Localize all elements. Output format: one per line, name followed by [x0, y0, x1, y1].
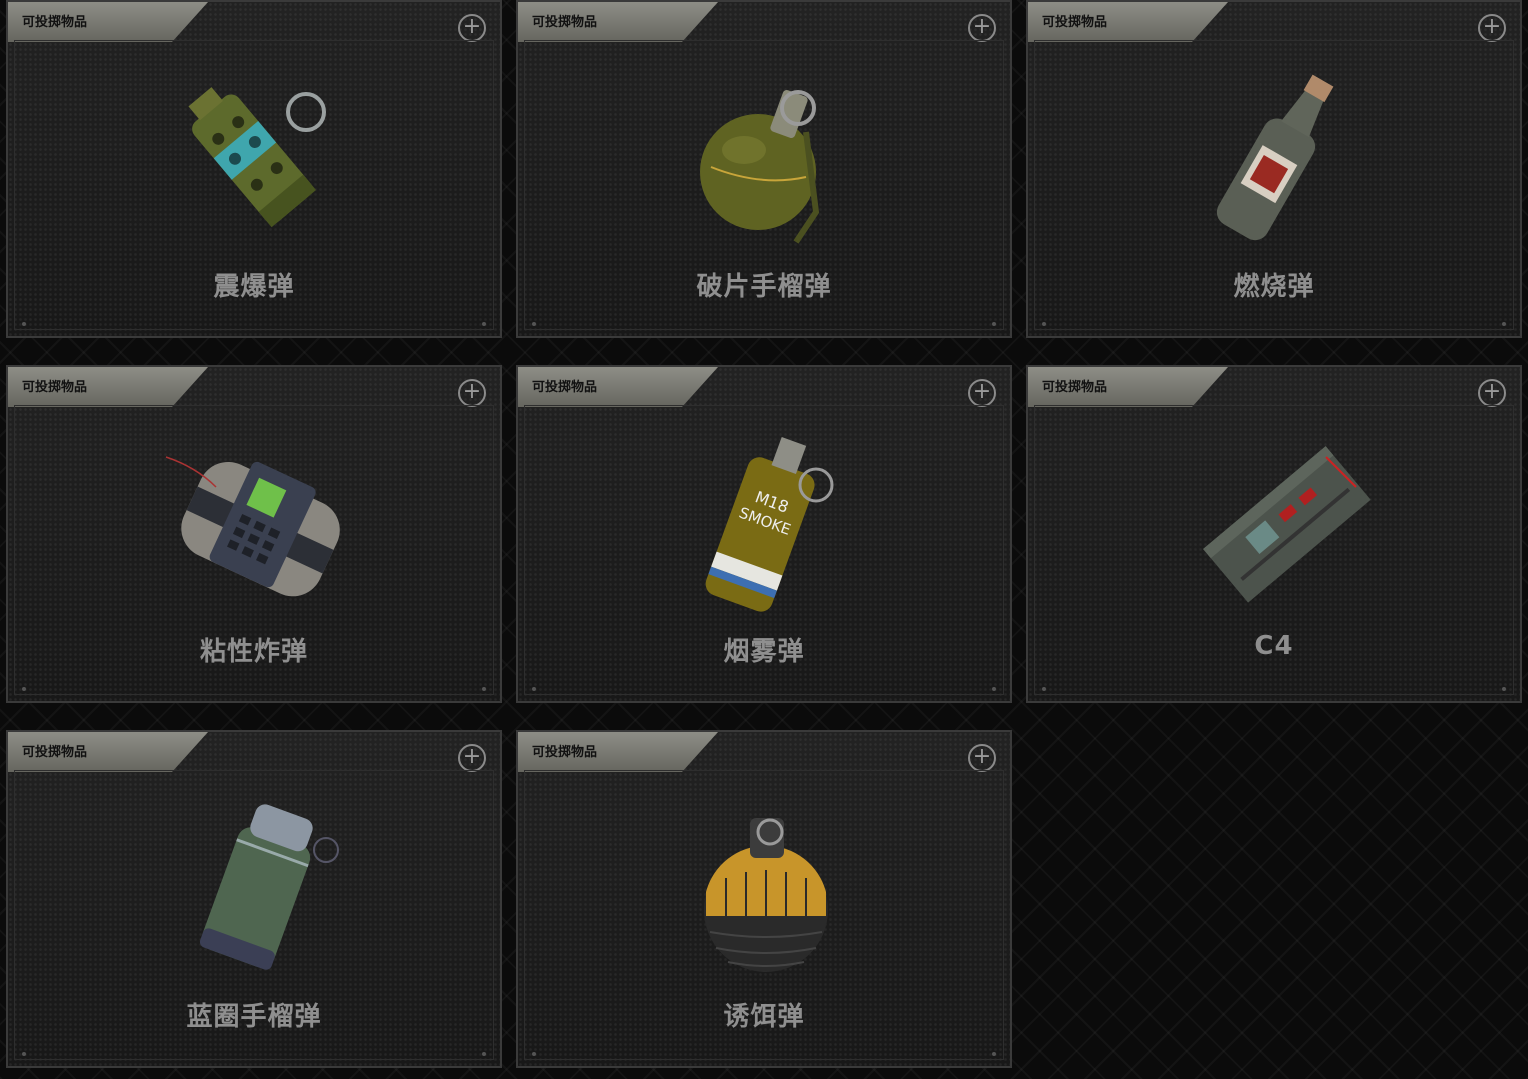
- item-name: 燃烧弹: [1233, 272, 1315, 302]
- item-name: 震爆弹: [213, 272, 295, 302]
- corner-rivet: [1502, 687, 1506, 691]
- corner-rivet: [482, 687, 486, 691]
- corner-rivet: [482, 322, 486, 326]
- sticky-bomb-icon: [165, 456, 340, 597]
- item-card-frag-grenade[interactable]: 可投掷物品 + 破片手榴弹: [516, 0, 1012, 338]
- molotov-icon: [1216, 74, 1334, 241]
- category-label: 可投掷物品: [1042, 380, 1108, 395]
- corner-rivet: [1502, 322, 1506, 326]
- corner-rivet: [992, 322, 996, 326]
- add-button[interactable]: +: [968, 14, 996, 42]
- decoy-grenade-icon: [704, 818, 828, 972]
- category-label: 可投掷物品: [532, 745, 598, 760]
- item-card-c4[interactable]: 可投掷物品 + C4: [1026, 365, 1522, 703]
- category-label: 可投掷物品: [1042, 15, 1108, 30]
- item-card-bluezone-grenade[interactable]: 可投掷物品 + 蓝圈手榴弹: [6, 730, 502, 1068]
- item-card-flashbang[interactable]: 可投掷物品 + 震爆弹: [6, 0, 502, 338]
- bluezone-grenade-icon: [199, 804, 339, 970]
- flashbang-icon: [188, 87, 326, 228]
- corner-rivet: [22, 687, 26, 691]
- item-card-molotov[interactable]: 可投掷物品 + 燃烧弹: [1026, 0, 1522, 338]
- category-label: 可投掷物品: [532, 380, 598, 395]
- add-button[interactable]: +: [968, 379, 996, 407]
- add-button[interactable]: +: [1478, 14, 1506, 42]
- category-label: 可投掷物品: [22, 15, 88, 30]
- corner-rivet: [1042, 322, 1046, 326]
- item-name: 粘性炸弹: [199, 637, 308, 667]
- add-button[interactable]: +: [1478, 379, 1506, 407]
- corner-rivet: [532, 322, 536, 326]
- item-name: C4: [1254, 631, 1294, 661]
- corner-rivet: [22, 322, 26, 326]
- frag-grenade-icon: [700, 90, 820, 244]
- corner-rivet: [992, 687, 996, 691]
- category-label: 可投掷物品: [22, 745, 88, 760]
- corner-rivet: [482, 1052, 486, 1056]
- add-button[interactable]: +: [458, 744, 486, 772]
- item-card-decoy-grenade[interactable]: 可投掷物品 + 诱饵弹: [516, 730, 1012, 1068]
- corner-rivet: [532, 1052, 536, 1056]
- add-button[interactable]: +: [968, 744, 996, 772]
- category-label: 可投掷物品: [22, 380, 88, 395]
- smoke-grenade-icon: M18 SMOKE: [705, 436, 834, 612]
- add-button[interactable]: +: [458, 379, 486, 407]
- corner-rivet: [532, 687, 536, 691]
- item-name: 蓝圈手榴弹: [186, 1002, 322, 1032]
- item-card-smoke-grenade[interactable]: 可投掷物品 + M18 SMOKE 烟雾弹: [516, 365, 1012, 703]
- item-name: 烟雾弹: [723, 637, 805, 667]
- corner-rivet: [1042, 687, 1046, 691]
- item-name: 破片手榴弹: [696, 272, 832, 302]
- item-card-sticky-bomb[interactable]: 可投掷物品 + 粘性炸弹: [6, 365, 502, 703]
- add-button[interactable]: +: [458, 14, 486, 42]
- category-label: 可投掷物品: [532, 15, 598, 30]
- c4-icon: [1203, 446, 1371, 603]
- corner-rivet: [22, 1052, 26, 1056]
- corner-rivet: [992, 1052, 996, 1056]
- item-name: 诱饵弹: [723, 1002, 805, 1032]
